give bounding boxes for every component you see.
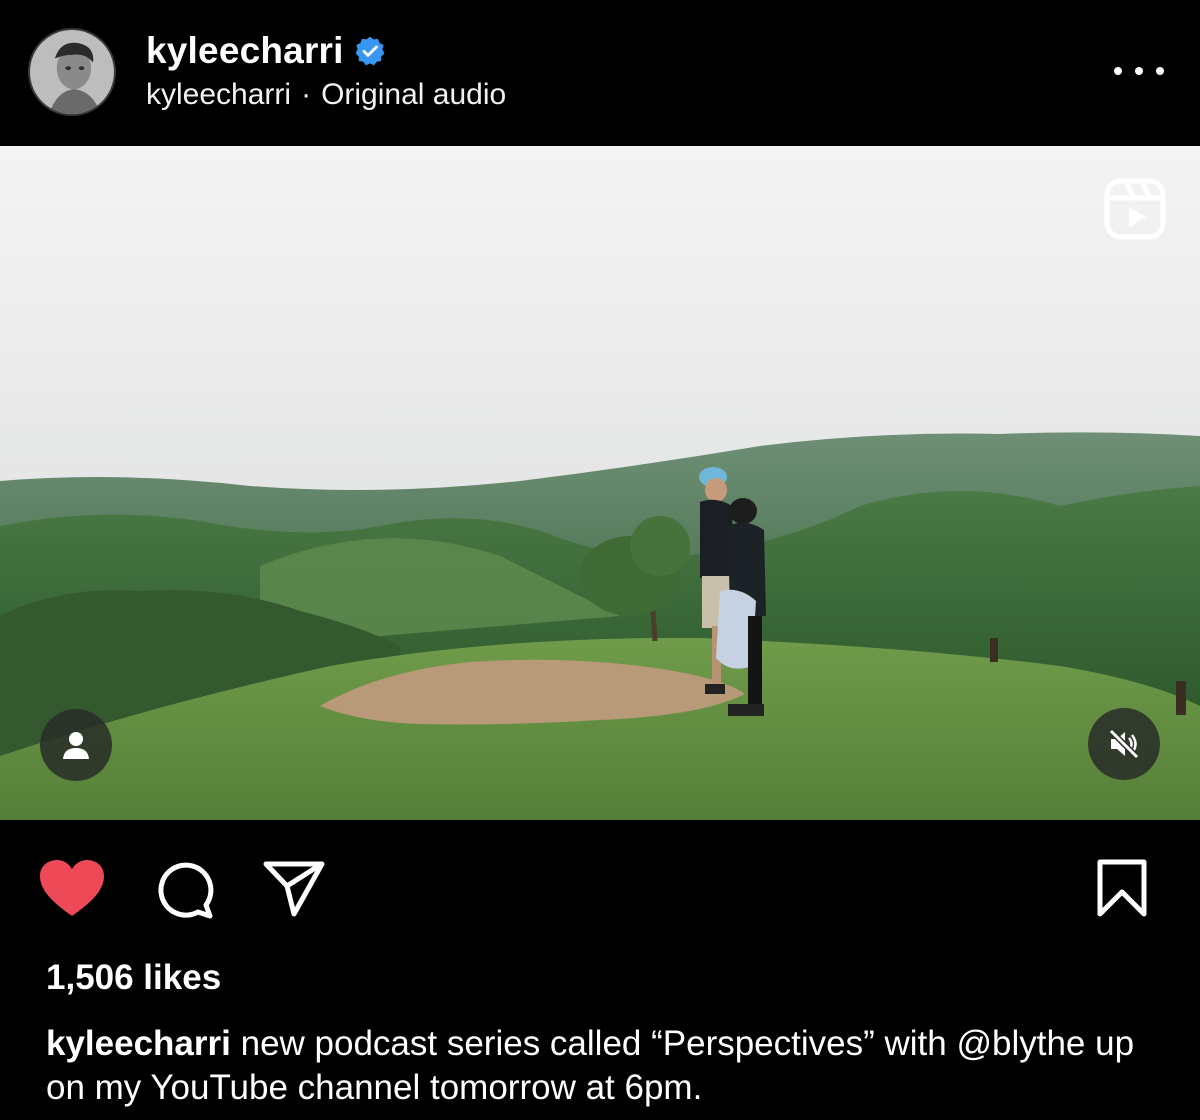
audio-owner[interactable]: kyleecharri — [146, 78, 291, 112]
heart-icon — [40, 860, 104, 916]
save-button[interactable] — [1096, 858, 1148, 918]
like-button[interactable] — [38, 858, 106, 920]
mute-toggle-button[interactable] — [1088, 708, 1160, 780]
separator-dot: · — [301, 78, 312, 111]
likes-count[interactable]: 1,506 likes — [46, 958, 221, 998]
caption-username[interactable]: kyleecharri — [46, 1024, 231, 1063]
more-options-button[interactable] — [1114, 56, 1164, 86]
action-bar — [0, 820, 1200, 950]
more-dot — [1156, 67, 1164, 75]
share-button[interactable] — [262, 858, 326, 920]
post-media[interactable] — [0, 146, 1200, 820]
avatar-image — [30, 30, 114, 114]
tagged-users-button[interactable] — [40, 709, 112, 781]
video-frame — [0, 146, 1200, 820]
more-dot — [1135, 67, 1143, 75]
speaker-muted-icon — [1108, 728, 1140, 760]
audio-label[interactable]: Original audio — [321, 78, 506, 112]
reels-icon — [1104, 178, 1166, 240]
bookmark-icon — [1097, 859, 1147, 917]
comment-button[interactable] — [154, 858, 216, 920]
instagram-post: kyleecharri kyleecharri · Original audio — [0, 0, 1200, 1120]
user-tag-icon — [63, 732, 89, 759]
comment-bubble-icon — [158, 862, 214, 919]
post-header: kyleecharri kyleecharri · Original audio — [0, 0, 1200, 146]
caption: kyleecharri new podcast series called “P… — [46, 1022, 1166, 1110]
username-link[interactable]: kyleecharri — [146, 30, 344, 72]
audio-line: kyleecharri · Original audio — [146, 78, 506, 112]
paper-plane-icon — [263, 861, 325, 917]
username-row: kyleecharri — [146, 30, 386, 72]
more-dots-icon — [1114, 67, 1122, 75]
verified-badge-icon — [355, 36, 385, 66]
avatar[interactable] — [28, 28, 116, 116]
